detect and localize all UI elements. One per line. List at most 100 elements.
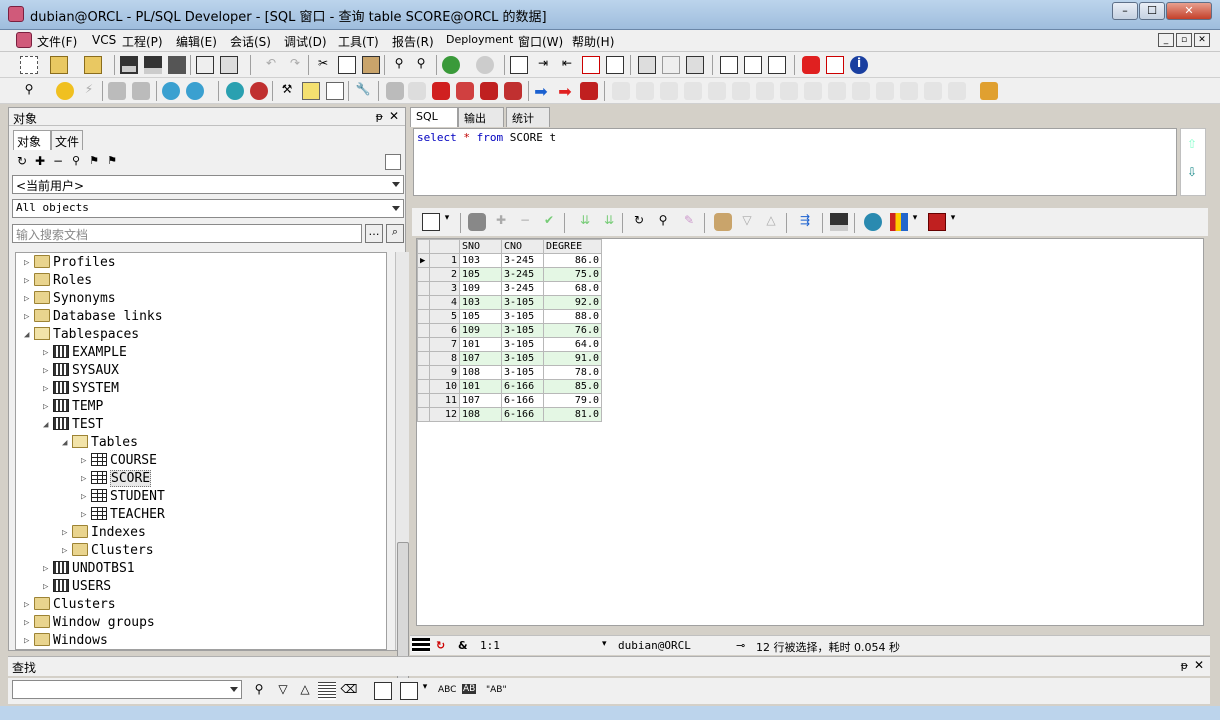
copy-icon[interactable]	[338, 56, 356, 74]
cell-sno[interactable]: 103	[459, 295, 502, 310]
cell-cno[interactable]: 6-166	[501, 379, 544, 394]
menu-window[interactable]: 窗口(W)	[518, 33, 563, 50]
save-all-icon[interactable]	[168, 56, 186, 74]
tree-node[interactable]: ◢ Tables	[62, 435, 138, 453]
disabled-icon-10[interactable]	[828, 82, 846, 100]
cell-degree[interactable]: 68.0	[543, 281, 602, 296]
expand-icon[interactable]: ▷	[81, 456, 91, 466]
cascade-icon[interactable]	[720, 56, 738, 74]
tree-scrollbar[interactable]	[395, 252, 409, 700]
execute-icon[interactable]	[108, 82, 126, 100]
find-up-icon[interactable]: △	[296, 682, 314, 700]
tab-sql[interactable]: SQL	[410, 107, 458, 127]
expand-icon[interactable]: ▷	[24, 600, 34, 610]
forward-icon[interactable]	[476, 56, 494, 74]
table-row[interactable]: 4 103 3-105 92.0	[417, 295, 602, 310]
clear-icon[interactable]: ✎	[680, 213, 698, 231]
table-row[interactable]: 12 108 6-166 81.0	[417, 407, 602, 422]
menu-help[interactable]: 帮助(H)	[572, 33, 614, 50]
sql-window-icon[interactable]	[162, 82, 180, 100]
cell-degree[interactable]: 79.0	[543, 393, 602, 408]
cell-degree[interactable]: 64.0	[543, 337, 602, 352]
redo-icon[interactable]: ↷	[286, 56, 304, 74]
object-type-combo[interactable]: All objects	[12, 199, 404, 218]
table-row[interactable]: 3 109 3-245 68.0	[417, 281, 602, 296]
comment-icon[interactable]	[582, 56, 600, 74]
add-icon[interactable]: ✚	[31, 154, 49, 172]
cell-cno[interactable]: 6-166	[501, 407, 544, 422]
cell-cno[interactable]: 3-105	[501, 365, 544, 380]
notes-icon[interactable]	[302, 82, 320, 100]
stop-icon[interactable]	[580, 82, 598, 100]
connection-label[interactable]: dubian@ORCL	[618, 639, 691, 652]
collapse-icon[interactable]: ◢	[62, 438, 72, 448]
back-icon[interactable]	[442, 56, 460, 74]
table-row[interactable]: 2 105 3-245 75.0	[417, 267, 602, 282]
user-combo[interactable]: <当前用户>	[12, 175, 404, 194]
expand-icon[interactable]: ▷	[24, 618, 34, 628]
cell-cno[interactable]: 3-105	[501, 323, 544, 338]
disabled-icon-5[interactable]	[708, 82, 726, 100]
cell-sno[interactable]: 108	[459, 365, 502, 380]
close-button[interactable]: ✕	[1166, 2, 1212, 20]
oracle-icon[interactable]	[802, 56, 820, 74]
table-row[interactable]: 8 107 3-105 91.0	[417, 351, 602, 366]
object-icon-2[interactable]	[408, 82, 426, 100]
remove-icon[interactable]: −	[49, 154, 67, 172]
print-setup-icon[interactable]	[220, 56, 238, 74]
pin-icon[interactable]: ᵽ	[376, 110, 383, 123]
disabled-icon-1[interactable]	[612, 82, 630, 100]
chevron-down-icon[interactable]: ▾	[602, 639, 607, 649]
chevron-down-icon[interactable]: ▾	[948, 213, 958, 231]
chevron-down-icon[interactable]: ▾	[442, 213, 452, 231]
table-row[interactable]: 6 109 3-105 76.0	[417, 323, 602, 338]
tree-node[interactable]: ▷ SYSTEM	[43, 381, 119, 399]
find-down-icon[interactable]: ▽	[274, 682, 292, 700]
disabled-icon-15[interactable]	[948, 82, 966, 100]
cell-sno[interactable]: 103	[459, 253, 502, 268]
chevron-down-icon[interactable]: ▾	[420, 682, 430, 700]
refresh-grid-icon[interactable]: ↻	[630, 213, 648, 231]
tile-vertical-icon[interactable]	[768, 56, 786, 74]
cell-degree[interactable]: 88.0	[543, 309, 602, 324]
cell-degree[interactable]: 76.0	[543, 323, 602, 338]
table-row[interactable]: 9 108 3-105 78.0	[417, 365, 602, 380]
new-sql-icon[interactable]	[186, 82, 204, 100]
rollback-icon[interactable]: ↻	[436, 639, 445, 652]
indent-icon[interactable]: ⇥	[534, 56, 552, 74]
table-row[interactable]: 11 107 6-166 79.0	[417, 393, 602, 408]
column-header-cno[interactable]: CNO	[501, 239, 544, 254]
document-icon[interactable]	[510, 56, 528, 74]
cell-degree[interactable]: 81.0	[543, 407, 602, 422]
scrollbar-thumb[interactable]	[397, 542, 409, 700]
cell-degree[interactable]: 85.0	[543, 379, 602, 394]
disabled-icon-3[interactable]	[660, 82, 678, 100]
tree-node[interactable]: ▷ USERS	[43, 579, 111, 597]
cell-cno[interactable]: 3-105	[501, 295, 544, 310]
cell-sno[interactable]: 105	[459, 309, 502, 324]
expand-icon[interactable]: ▷	[81, 492, 91, 502]
collapse-icon[interactable]: ◢	[24, 330, 34, 340]
expand-icon[interactable]: ▷	[62, 528, 72, 538]
column-header-sno[interactable]: SNO	[459, 239, 502, 254]
export-icon[interactable]	[864, 213, 882, 231]
tab-statistics[interactable]: 统计	[506, 107, 550, 127]
tree-node[interactable]: ▷ Windows	[24, 633, 108, 649]
filter-edit-icon[interactable]: ⚑	[103, 154, 121, 172]
sort-asc-icon[interactable]: △	[762, 213, 780, 231]
object-icon-5[interactable]	[480, 82, 498, 100]
menu-vcs[interactable]: VCS	[92, 33, 116, 47]
tree-node[interactable]: ◢ TEST	[43, 417, 103, 435]
table-row[interactable]: 7 101 3-105 64.0	[417, 337, 602, 352]
open-icon[interactable]	[50, 56, 68, 74]
gear-icon[interactable]	[56, 82, 74, 100]
cell-sno[interactable]: 101	[459, 379, 502, 394]
tree-node[interactable]: ▷ Clusters	[24, 597, 116, 615]
tree-node[interactable]: ▷ Window groups	[24, 615, 155, 633]
arrow-right-red-icon[interactable]: ➡	[556, 82, 574, 101]
save-icon[interactable]	[120, 56, 138, 74]
find-text-input[interactable]	[12, 680, 242, 699]
tab-files[interactable]: 文件	[51, 130, 83, 150]
compile-icon[interactable]: ⚡	[80, 82, 98, 100]
chart-icon[interactable]	[890, 213, 908, 231]
